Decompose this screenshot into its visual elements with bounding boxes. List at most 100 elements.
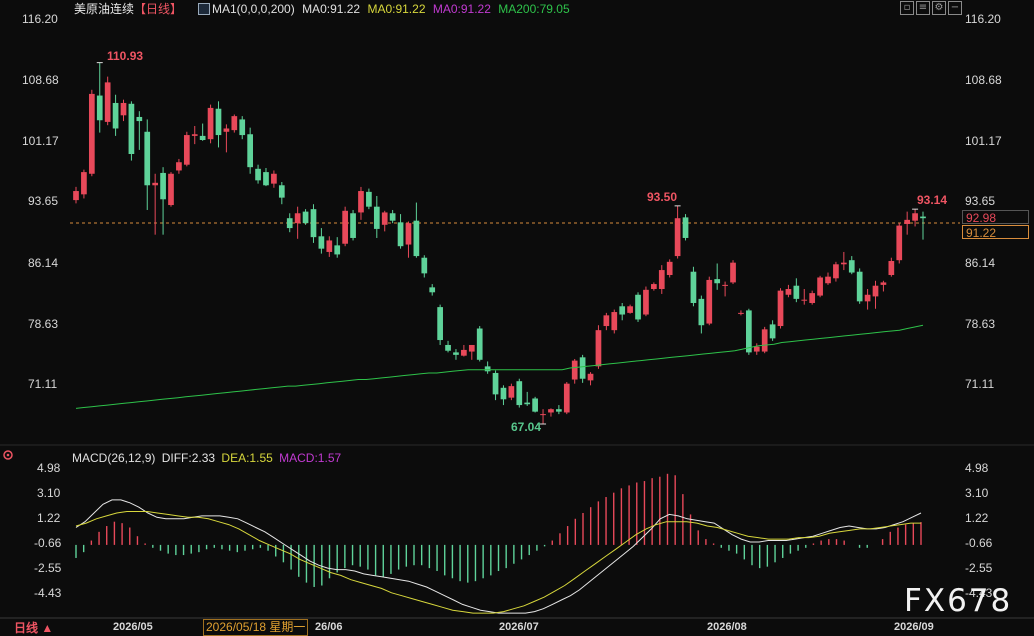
candle-body (223, 128, 230, 132)
indicator-settings-dot (6, 453, 10, 457)
candle-body (500, 387, 507, 400)
candle-body (350, 213, 356, 238)
candle-body (833, 264, 839, 279)
candle-body (524, 402, 531, 405)
candle-body (437, 307, 443, 341)
candle-body (856, 271, 863, 302)
price-tick-left: 78.63 (28, 317, 59, 331)
high-label-3: 93.14 (917, 193, 948, 207)
candle-body (738, 312, 744, 314)
candle-body (286, 218, 293, 229)
list-icon[interactable]: ≡ (916, 1, 930, 15)
candle-body (761, 329, 768, 352)
watermark-logo: FX678 (904, 583, 1013, 619)
candle-body (389, 213, 396, 221)
candle-body (643, 289, 649, 315)
ma200-line (75, 324, 924, 409)
candle-body (579, 357, 586, 379)
candle-body (540, 414, 546, 416)
candle-body (429, 287, 436, 293)
candle-body (358, 191, 364, 213)
candle-body (587, 373, 594, 381)
candle-body (239, 119, 246, 136)
ma-indicator-name[interactable]: MA1(0,0,0,200) (212, 2, 295, 16)
candle-body (920, 216, 926, 219)
candle-body (571, 360, 578, 380)
candle-body (563, 383, 570, 413)
period-label[interactable]: 【日线】 (134, 2, 182, 16)
candle-body (302, 211, 309, 224)
period-button[interactable]: 日线 ▲ (14, 621, 53, 635)
macd-indicator-name[interactable]: MACD(26,12,9) (72, 451, 155, 465)
candle-body (176, 162, 182, 171)
ma-indicator-icon[interactable] (198, 3, 210, 15)
candle-body (912, 213, 918, 221)
candle-body (152, 182, 159, 186)
macd-tick-right: 1.22 (965, 511, 989, 525)
candle-body (658, 270, 665, 289)
candle-body (215, 108, 222, 136)
candle-body (445, 344, 451, 351)
candle-body (603, 315, 610, 327)
macd-tick-left: 1.22 (37, 511, 61, 525)
candle-body (421, 257, 428, 274)
candle-body (88, 93, 95, 174)
candle-body (864, 294, 871, 302)
candle-body (698, 298, 705, 326)
low-label-1: 67.04 (511, 420, 542, 434)
macd-header: MACD(26,12,9) DIFF:2.33 DEA:1.55 MACD:1.… (72, 451, 341, 465)
candle-body (785, 289, 792, 295)
ma-indicator-header: MA1(0,0,0,200) MA0:91.22 MA0:91.22 MA0:9… (212, 2, 570, 16)
candle-body (825, 276, 831, 284)
candle-body (191, 134, 198, 136)
candle-body (112, 102, 119, 129)
x-label: 2026/09 (894, 621, 934, 633)
candle-body (373, 206, 380, 229)
candle-body (730, 262, 736, 283)
candle-body (263, 172, 269, 186)
macd-tick-left: -4.43 (34, 586, 62, 600)
macd-tick-left: -2.55 (34, 561, 62, 575)
candle-body (199, 135, 206, 141)
gear-icon[interactable]: ⚙ (932, 1, 946, 15)
candle-body (690, 271, 697, 303)
macd-diff-value: DIFF:2.33 (161, 451, 216, 465)
candle-body (168, 173, 174, 206)
chart-canvas[interactable] (0, 0, 1034, 636)
candle-body (848, 260, 855, 273)
macd-tick-left: 4.98 (37, 461, 61, 475)
candle-body (492, 372, 499, 395)
price-tick-left: 93.65 (28, 194, 59, 208)
candle-body (334, 245, 341, 255)
square-button-icon[interactable]: ▫ (900, 1, 914, 15)
x-label: 26/06 (315, 621, 343, 633)
candle-body (682, 217, 689, 238)
candle-body (666, 261, 673, 276)
candle-body (817, 277, 823, 296)
macd-tick-left: -0.66 (34, 536, 62, 550)
candle-body (476, 328, 483, 360)
minus-icon[interactable]: − (948, 1, 962, 15)
macd-tick-left: 3.10 (37, 486, 61, 500)
price-tick-right: 71.11 (965, 377, 995, 391)
candle-body (896, 225, 903, 261)
candle-body (81, 172, 87, 195)
candle-body (872, 285, 879, 297)
candle-body (278, 185, 285, 198)
instrument-name[interactable]: 美原油连续 (74, 2, 134, 16)
macd-dea-value: DEA:1.55 (221, 451, 273, 465)
candle-body (461, 349, 467, 356)
candle-body (777, 290, 784, 327)
candle-body (96, 95, 103, 121)
price-tick-left: 86.14 (28, 256, 59, 270)
high-label-1: 110.93 (107, 49, 144, 63)
macd-histogram (75, 473, 922, 587)
ma0-value: MA0:91.22 (302, 2, 361, 16)
price-tick-left: 108.68 (22, 73, 59, 87)
price-tick-right: 108.68 (965, 73, 1002, 87)
candle-body (904, 219, 911, 224)
candle-body (294, 213, 301, 224)
candle-body (326, 240, 333, 252)
ma0-purple-value: MA0:91.22 (432, 2, 491, 16)
price-tick-right: 101.17 (965, 134, 1002, 148)
